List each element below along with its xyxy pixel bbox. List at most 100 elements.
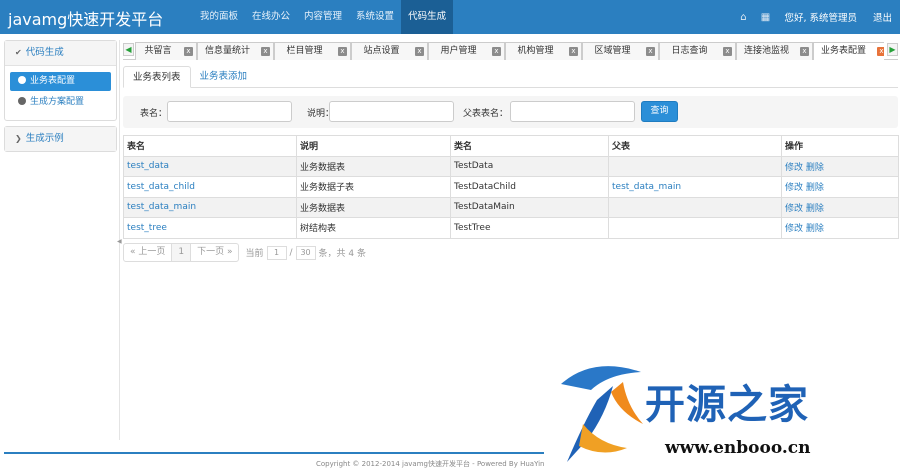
table-cell: 业务数据子表	[296, 176, 451, 198]
table-row: test_tree 树结构表 TestTree 修改 删除	[123, 217, 899, 239]
tab-label: 共留言	[144, 46, 172, 56]
current-label: 当前	[245, 249, 264, 259]
parent-table-label: 父表表名：	[463, 109, 509, 119]
column-header[interactable]: 表名	[123, 135, 297, 157]
table-row: test_data 业务数据表 TestData 修改 删除	[123, 155, 899, 177]
subtab-table-list[interactable]: 业务表列表	[123, 66, 191, 88]
sidebar-item-label: 生成方案配置	[30, 97, 85, 107]
close-icon[interactable]: x	[646, 47, 655, 56]
next-page-button[interactable]: 下一页 »	[190, 243, 240, 262]
search-button[interactable]: 查询	[641, 101, 678, 122]
tab-info-stats[interactable]: 信息量统计 x	[197, 42, 274, 60]
sidebar-list: 业务表配置 生成方案配置	[5, 65, 116, 120]
sidebar-group-examples: ❯ 生成示例	[4, 126, 117, 152]
close-icon[interactable]: x	[800, 47, 809, 56]
nav-item-dashboard[interactable]: 我的面板	[193, 0, 245, 34]
table-name-link[interactable]: test_data_main	[127, 202, 196, 212]
table-name-input[interactable]	[167, 101, 292, 122]
tab-site-settings[interactable]: 站点设置 x	[351, 42, 428, 60]
tab-logs[interactable]: 日志查询 x	[659, 42, 736, 60]
tab-pool-monitor[interactable]: 连接池监视 x	[736, 42, 813, 60]
logout-link[interactable]: 退出	[865, 10, 900, 24]
sidebar-item-scheme-config[interactable]: 生成方案配置	[10, 93, 111, 112]
column-header: 类名	[450, 135, 609, 157]
sidebar-item-label: 业务表配置	[30, 76, 76, 86]
parent-table-input[interactable]	[510, 101, 635, 122]
close-icon[interactable]: x	[184, 47, 193, 56]
close-icon[interactable]: x	[877, 47, 884, 56]
sidebar-group-title: 生成示例	[25, 133, 64, 144]
watermark-title: 开源之家	[645, 382, 809, 428]
sidebar: ✔ 代码生成 业务表配置 生成方案配置 ❯ 生成示例	[4, 40, 117, 157]
close-icon[interactable]: x	[338, 47, 347, 56]
close-icon[interactable]: x	[569, 47, 578, 56]
prev-page-button[interactable]: « 上一页	[123, 243, 173, 262]
current-page-input[interactable]: 1	[266, 245, 287, 260]
edit-link[interactable]: 修改	[785, 204, 803, 214]
subtab-table-add[interactable]: 业务表添加	[191, 66, 257, 88]
close-icon[interactable]: x	[723, 47, 732, 56]
grid-icon[interactable]: ▦	[754, 12, 776, 23]
home-icon[interactable]: ⌂	[732, 12, 754, 23]
table-name-link[interactable]: test_tree	[127, 223, 167, 233]
search-form: 表名： 说明： 父表表名： 查询	[123, 96, 898, 128]
table-name-link[interactable]: test_data_child	[127, 182, 195, 192]
edit-link[interactable]: 修改	[785, 224, 803, 234]
collapse-handle-icon[interactable]: ◀	[117, 238, 122, 245]
comment-input[interactable]	[329, 101, 454, 122]
table-row: test_data_child 业务数据子表 TestDataChild tes…	[123, 176, 899, 198]
page-number-button[interactable]: 1	[171, 243, 192, 262]
table-row: test_data_main 业务数据表 TestDataMain 修改 删除	[123, 196, 899, 218]
parent-table-link[interactable]: test_data_main	[612, 182, 681, 192]
tab-messages[interactable]: 共留言 x	[135, 42, 197, 60]
page-size-input[interactable]: 30	[295, 245, 316, 260]
tab-areas[interactable]: 区域管理 x	[582, 42, 659, 60]
pagination: « 上一页 1 下一页 » 当前 1 / 30 条，共 4 条	[123, 243, 366, 262]
edit-link[interactable]: 修改	[785, 183, 803, 193]
table-name-link[interactable]: test_data	[127, 161, 169, 171]
table-cell: TestDataMain	[450, 196, 609, 218]
nav-item-office[interactable]: 在线办公	[245, 0, 297, 34]
close-icon[interactable]: x	[415, 47, 424, 56]
data-table: 表名 说明 类名 父表 操作 test_data 业务数据表 TestData …	[123, 135, 899, 239]
watermark-logo: 开源之家 www.enbooo.cn	[545, 360, 900, 471]
tab-bar: ◀ 共留言 x 信息量统计 x 栏目管理 x 站点设置 x 用户管理 x 机构管理 x 区域…	[123, 40, 898, 60]
column-header: 说明	[296, 135, 451, 157]
total-summary: 条，共 4 条	[318, 249, 366, 259]
user-greeting[interactable]: 您好, 系统管理员	[776, 10, 865, 24]
nav-item-settings[interactable]: 系统设置	[349, 0, 401, 34]
delete-link[interactable]: 删除	[806, 224, 824, 234]
tab-scroll-left-icon[interactable]: ◀	[123, 43, 134, 56]
table-cell: 业务数据表	[296, 196, 451, 218]
tab-label: 机构管理	[517, 46, 554, 56]
watermark-url: www.enbooo.cn	[665, 438, 811, 458]
tab-label: 日志查询	[671, 46, 708, 56]
column-header: 操作	[781, 135, 899, 157]
tab-label: 用户管理	[440, 46, 477, 56]
tab-label: 业务表配置	[820, 46, 866, 56]
tab-table-config[interactable]: 业务表配置 x	[813, 42, 884, 60]
delete-link[interactable]: 删除	[806, 163, 824, 173]
close-icon[interactable]: x	[492, 47, 501, 56]
edit-link[interactable]: 修改	[785, 163, 803, 173]
tab-label: 信息量统计	[204, 46, 250, 56]
nav-item-content[interactable]: 内容管理	[297, 0, 349, 34]
nav-item-codegen[interactable]: 代码生成	[401, 0, 454, 34]
sidebar-item-table-config[interactable]: 业务表配置	[10, 72, 111, 91]
sidebar-group-title: 代码生成	[25, 47, 64, 58]
delete-link[interactable]: 删除	[806, 204, 824, 214]
table-name-label: 表名：	[140, 109, 168, 119]
tab-users[interactable]: 用户管理 x	[428, 42, 505, 60]
sidebar-group-header[interactable]: ✔ 代码生成	[5, 41, 116, 65]
tab-orgs[interactable]: 机构管理 x	[505, 42, 582, 60]
sidebar-group-header[interactable]: ❯ 生成示例	[5, 127, 116, 151]
site-logo-icon	[561, 366, 643, 462]
tab-category[interactable]: 栏目管理 x	[274, 42, 351, 60]
app-title[interactable]: javamg快速开发平台	[8, 6, 163, 30]
tab-scroll-right-icon[interactable]: ▶	[887, 43, 898, 56]
tab-label: 栏目管理	[286, 46, 323, 56]
table-cell: TestData	[450, 155, 609, 177]
footer-copyright: Copyright © 2012-2014 javamg快速开发平台 - Pow…	[316, 460, 545, 468]
close-icon[interactable]: x	[261, 47, 270, 56]
delete-link[interactable]: 删除	[806, 183, 824, 193]
